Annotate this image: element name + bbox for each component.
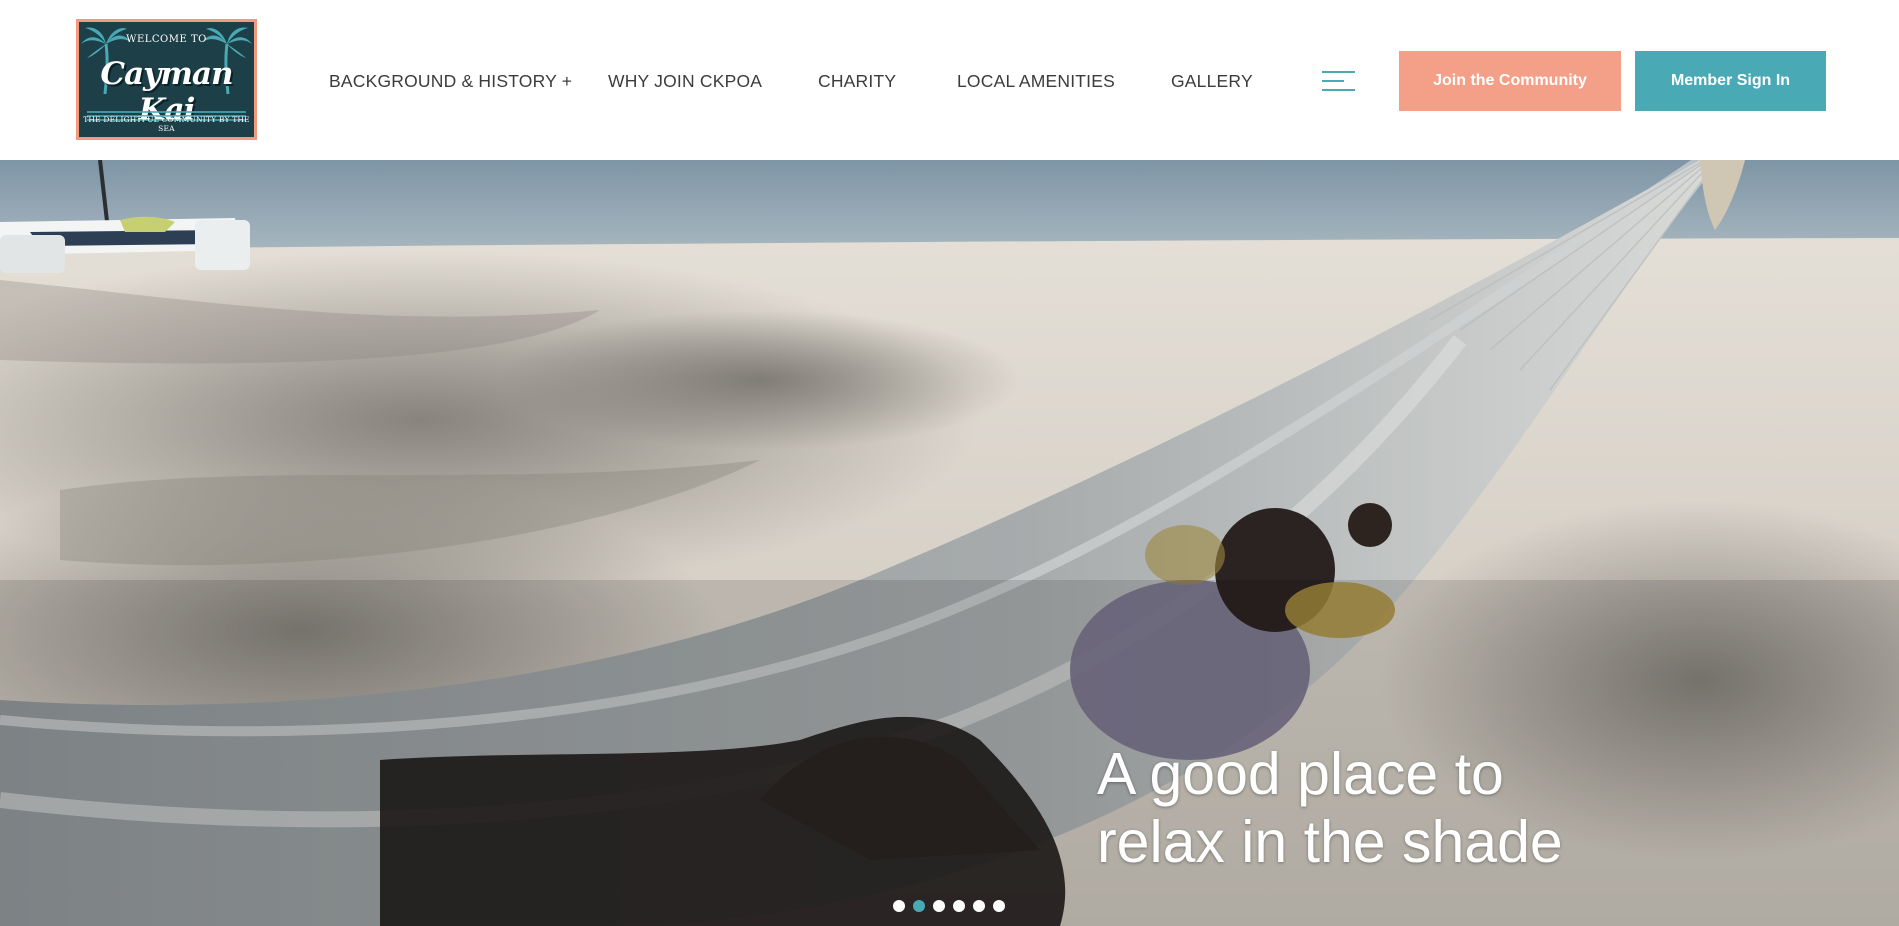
hero-slider: A good place to relax in the shade <box>0 160 1899 926</box>
logo-tagline: THE DELIGHTFUL COMMUNITY BY THE SEA <box>83 115 250 133</box>
slider-dot-1[interactable] <box>893 900 905 912</box>
slider-dot-3[interactable] <box>933 900 945 912</box>
site-logo[interactable]: WELCOME TO Cayman Kai THE DELIGHTFUL COM… <box>76 19 257 140</box>
slider-dot-6[interactable] <box>993 900 1005 912</box>
nav-item-background-history[interactable]: BACKGROUND & HISTORY + <box>329 71 572 92</box>
hamburger-line <box>1322 80 1344 82</box>
hero-caption-line-1: A good place to <box>1097 741 1504 807</box>
hamburger-line <box>1322 71 1355 73</box>
slider-dot-2[interactable] <box>913 900 925 912</box>
hero-caption: A good place to relax in the shade <box>1097 740 1697 876</box>
nav-item-why-join[interactable]: WHY JOIN CKPOA <box>608 71 762 92</box>
logo-welcome-text: WELCOME TO <box>126 34 207 45</box>
join-community-button[interactable]: Join the Community <box>1399 51 1621 111</box>
hero-caption-line-2: relax in the shade <box>1097 809 1563 875</box>
nav-item-gallery[interactable]: GALLERY <box>1171 71 1253 92</box>
slider-dot-5[interactable] <box>973 900 985 912</box>
hamburger-menu-icon[interactable] <box>1322 69 1355 93</box>
member-sign-in-button[interactable]: Member Sign In <box>1635 51 1826 111</box>
nav-item-local-amenities[interactable]: LOCAL AMENITIES <box>957 71 1115 92</box>
hamburger-line <box>1322 89 1355 91</box>
nav-item-charity[interactable]: CHARITY <box>818 71 896 92</box>
slider-dots <box>893 900 1005 914</box>
site-header: WELCOME TO Cayman Kai THE DELIGHTFUL COM… <box>0 0 1899 160</box>
slider-dot-4[interactable] <box>953 900 965 912</box>
